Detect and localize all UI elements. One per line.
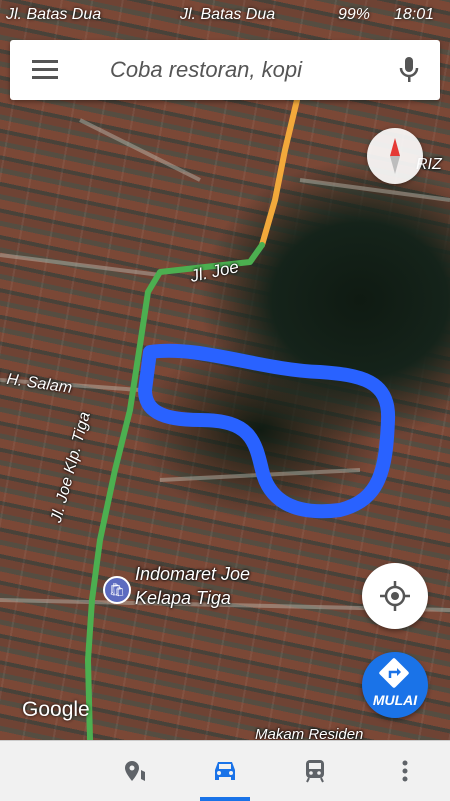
place-pin-icon — [125, 761, 145, 781]
compass-icon — [390, 138, 400, 174]
directions-icon — [379, 658, 409, 688]
microphone-icon[interactable] — [398, 56, 420, 84]
start-navigation-button[interactable]: MULAI — [362, 652, 428, 718]
car-icon — [215, 762, 235, 780]
start-label: MULAI — [372, 692, 418, 708]
search-bar[interactable]: Coba restoran, kopi — [10, 40, 440, 100]
status-bar: Jl. Batas Dua Jl. Batas Dua 99% 18:01 — [0, 0, 450, 30]
tab-explore[interactable] — [90, 741, 180, 801]
poi-indomaret[interactable]: 🛍 Indomaret Joe Kelapa Tiga — [103, 564, 250, 608]
tab-transit[interactable] — [270, 741, 360, 801]
status-street-label-2: Jl. Batas Dua — [180, 6, 276, 23]
menu-icon[interactable] — [32, 60, 58, 80]
compass-button[interactable] — [367, 128, 423, 184]
google-attribution: Google — [22, 698, 90, 721]
poi-indomaret-line1: Indomaret Joe — [135, 564, 251, 584]
battery-level: 99% — [338, 6, 371, 23]
tab-driving[interactable] — [180, 741, 270, 801]
shopping-bag-icon: 🛍 — [103, 576, 131, 604]
crosshair-icon — [380, 581, 410, 611]
satellite-map[interactable]: Jl. Joe Jl. H. Salam Jl. Joe Klp. Tiga R… — [0, 0, 450, 740]
traffic-route-segment — [259, 97, 300, 248]
map-label-makam: Makam Residen — [255, 726, 364, 740]
bottom-navigation — [0, 740, 450, 801]
highlighted-area-outline — [138, 343, 396, 519]
tab-more[interactable] — [360, 741, 450, 801]
my-location-button[interactable] — [362, 563, 428, 629]
train-icon — [306, 760, 324, 783]
map-overlay — [0, 97, 450, 740]
route-line — [85, 242, 265, 740]
poi-indomaret-line2: Kelapa Tiga — [135, 588, 231, 608]
search-input[interactable]: Coba restoran, kopi — [110, 57, 302, 83]
clock: 18:01 — [394, 6, 435, 23]
more-vert-icon — [402, 760, 408, 782]
status-street-label: Jl. Batas Dua — [6, 6, 102, 23]
